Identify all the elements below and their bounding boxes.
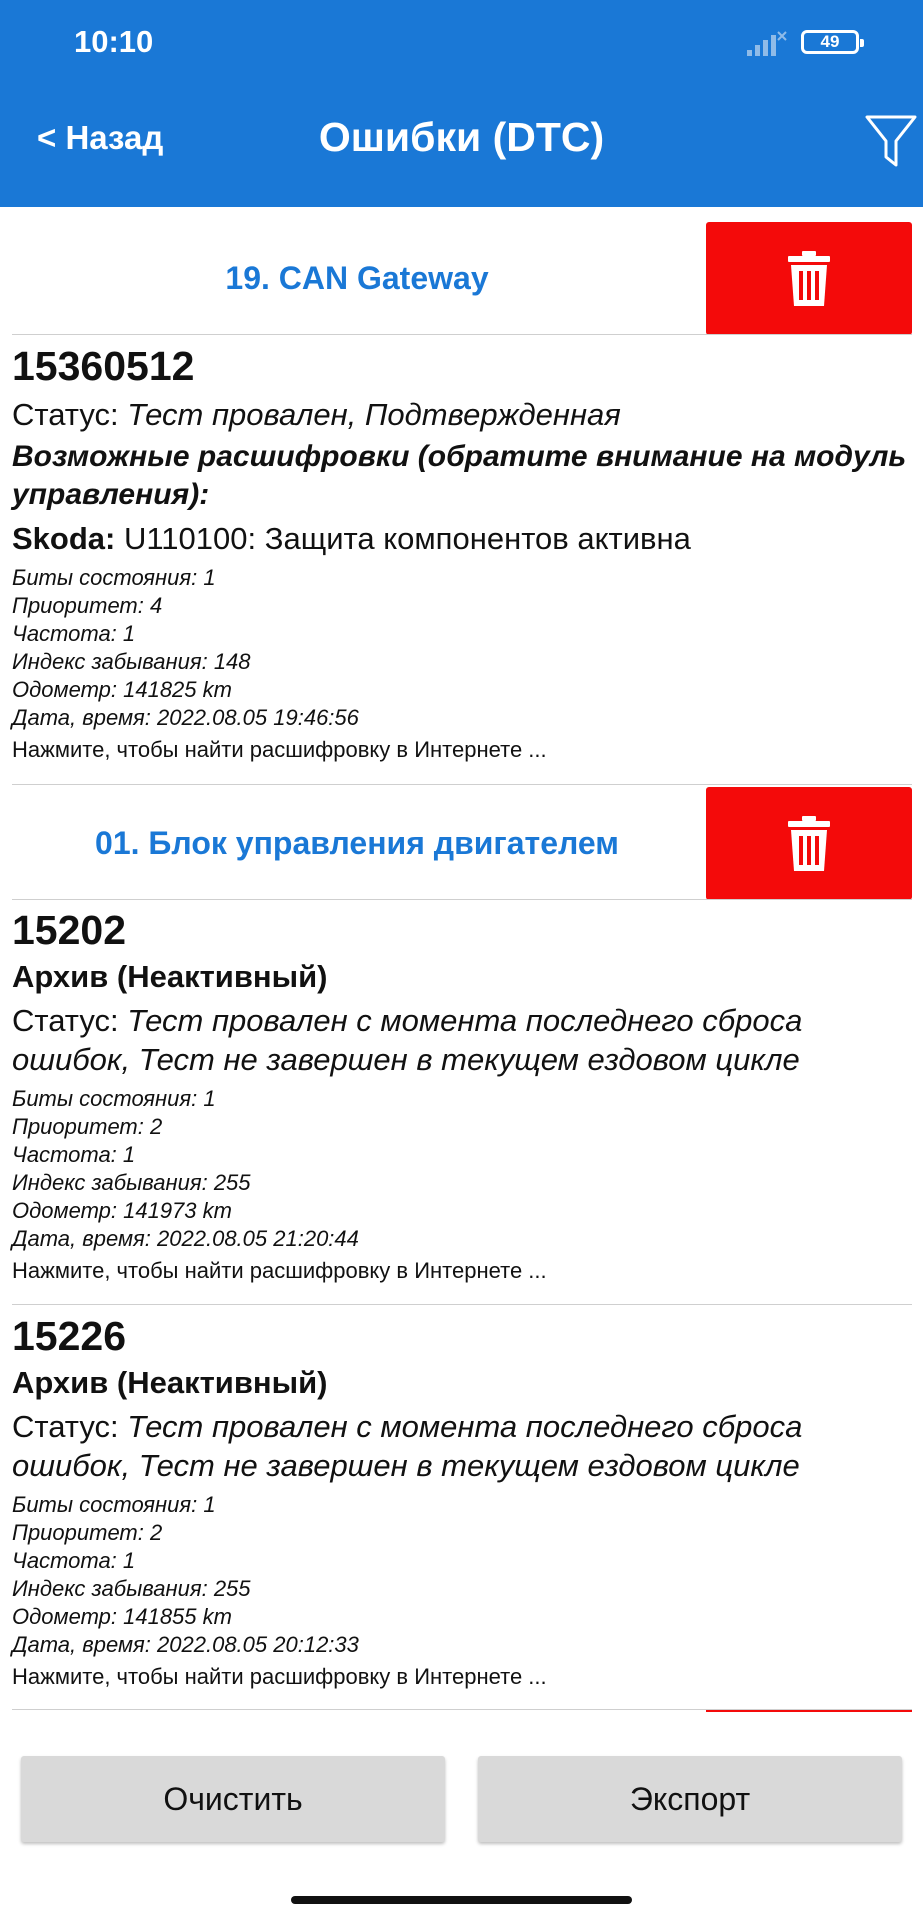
odometer: Одометр: 141973 km <box>12 1198 232 1223</box>
dtc-code: 15360512 <box>12 343 195 389</box>
module-row-can-gateway[interactable]: 19. CAN Gateway <box>12 222 912 335</box>
dtc-entry[interactable]: 15202 Архив (Неактивный) Статус: Тест пр… <box>12 907 912 1285</box>
decode-hint: Возможные расшифровки (обратите внимание… <box>12 440 907 511</box>
frequency: Частота: 1 <box>12 1548 136 1573</box>
status-value: Тест провален, Подтвержденная <box>127 397 621 432</box>
decode-text: U110100: Защита компонентов активна <box>115 521 691 556</box>
decode-brand: Skoda: <box>12 521 116 556</box>
datetime: Дата, время: 2022.08.05 19:46:56 <box>12 705 359 730</box>
frequency: Частота: 1 <box>12 621 136 646</box>
delete-button[interactable] <box>706 787 912 900</box>
status-value: Тест провален с момента последнего сброс… <box>12 1409 803 1483</box>
filter-icon[interactable] <box>864 113 918 169</box>
status-label: Статус: <box>12 397 128 432</box>
signal-icon <box>747 31 787 56</box>
divider <box>12 334 912 335</box>
module-title[interactable]: 19. CAN Gateway <box>12 222 702 335</box>
export-button[interactable]: Экспорт <box>478 1756 902 1842</box>
divider <box>12 784 912 785</box>
decode-line: Skoda: U110100: Защита компонентов актив… <box>12 520 912 558</box>
module-title[interactable]: 01. Блок управления двигателем <box>12 787 702 900</box>
home-indicator[interactable] <box>291 1896 632 1904</box>
dtc-status: Статус: Тест провален с момента последне… <box>12 1001 912 1079</box>
clear-button[interactable]: Очистить <box>21 1756 445 1842</box>
status-bits: Биты состояния: 1 <box>12 565 216 590</box>
archive-label: Архив (Неактивный) <box>12 959 328 994</box>
dtc-entry[interactable]: 15360512 Статус: Тест провален, Подтверж… <box>12 343 912 764</box>
priority: Приоритет: 4 <box>12 593 163 618</box>
forget-index: Индекс забывания: 255 <box>12 1170 251 1195</box>
trash-icon <box>788 815 830 871</box>
dtc-list[interactable]: 19. CAN Gateway 15360512 Статус: Тест пр… <box>0 207 923 1712</box>
archive-label: Архив (Неактивный) <box>12 1365 328 1400</box>
forget-index: Индекс забывания: 255 <box>12 1576 251 1601</box>
search-hint-link[interactable]: Нажмите, чтобы найти расшифровку в Интер… <box>12 736 912 764</box>
delete-button[interactable] <box>706 222 912 335</box>
status-time: 10:10 <box>74 24 154 59</box>
search-hint-link[interactable]: Нажмите, чтобы найти расшифровку в Интер… <box>12 1257 912 1285</box>
priority: Приоритет: 2 <box>12 1520 163 1545</box>
dtc-entry[interactable]: 15226 Архив (Неактивный) Статус: Тест пр… <box>12 1313 912 1691</box>
dtc-code: 15202 <box>12 907 127 953</box>
search-hint-link[interactable]: Нажмите, чтобы найти расшифровку в Интер… <box>12 1663 912 1691</box>
divider <box>12 1304 912 1305</box>
datetime: Дата, время: 2022.08.05 21:20:44 <box>12 1226 359 1251</box>
forget-index: Индекс забывания: 148 <box>12 649 251 674</box>
dtc-code: 15226 <box>12 1313 127 1359</box>
trash-icon <box>788 250 830 306</box>
status-bits: Биты состояния: 1 <box>12 1492 216 1517</box>
frequency: Частота: 1 <box>12 1142 136 1167</box>
app-header: 10:10 49 < Назад Ошибки (DTC) <box>0 0 923 207</box>
priority: Приоритет: 2 <box>12 1114 163 1139</box>
odometer: Одометр: 141855 km <box>12 1604 232 1629</box>
bottom-action-bar: Очистить Экспорт <box>0 1712 923 1920</box>
status-icons: 49 <box>743 28 893 58</box>
dtc-status: Статус: Тест провален с момента последне… <box>12 1407 912 1485</box>
status-label: Статус: <box>12 1003 128 1038</box>
page-title: Ошибки (DTC) <box>318 114 605 160</box>
dtc-status: Статус: Тест провален, Подтвержденная <box>12 395 912 434</box>
status-label: Статус: <box>12 1409 128 1444</box>
odometer: Одометр: 141825 km <box>12 677 232 702</box>
status-bits: Биты состояния: 1 <box>12 1086 216 1111</box>
divider <box>12 899 912 900</box>
module-row-engine[interactable]: 01. Блок управления двигателем <box>12 787 912 900</box>
datetime: Дата, время: 2022.08.05 20:12:33 <box>12 1632 359 1657</box>
battery-icon: 49 <box>801 30 864 54</box>
status-value: Тест провален с момента последнего сброс… <box>12 1003 803 1077</box>
